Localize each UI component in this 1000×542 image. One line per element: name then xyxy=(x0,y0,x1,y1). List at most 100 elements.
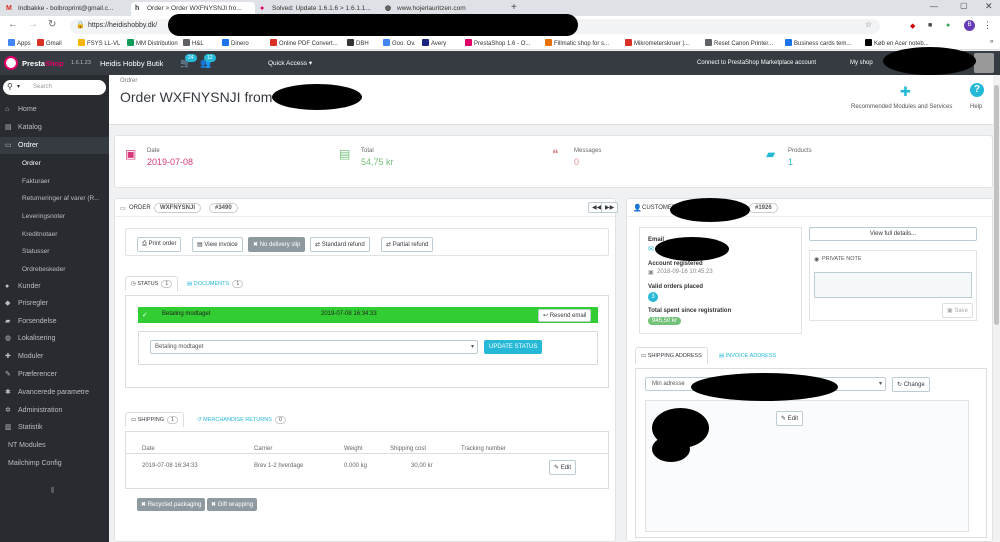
tab-documents[interactable]: ▤ DOCUMENTS 1 xyxy=(181,276,249,291)
close-window-icon[interactable]: ✕ xyxy=(985,1,993,12)
bookmark-item[interactable]: Dinero xyxy=(222,39,249,47)
resend-email-button[interactable]: ↩ Resend email xyxy=(538,309,592,322)
save-note-button[interactable]: ▣ Save xyxy=(942,303,974,318)
puzzle-icon[interactable]: ✚ xyxy=(900,84,911,100)
sidebar-subitem[interactable]: Leveringsnoter xyxy=(0,208,109,225)
forward-icon[interactable]: → xyxy=(28,19,38,30)
sidebar-item[interactable]: ⌂ Home xyxy=(0,101,109,118)
bookmark-item[interactable]: FSYS LL-VL xyxy=(78,39,120,47)
documents-count: 1 xyxy=(232,280,244,288)
sidebar-item[interactable]: ✎ Præferencer xyxy=(0,366,109,383)
minimize-icon[interactable]: — xyxy=(930,2,938,11)
sidebar-item[interactable]: ◍ Lokalisering xyxy=(0,330,109,347)
sidebar-item[interactable]: ✱ Avancerede parametre xyxy=(0,384,109,401)
print-order-button[interactable]: ⎙ Print order xyxy=(137,237,182,252)
sidebar-item[interactable]: ▭ Ordrer xyxy=(0,137,109,154)
sidebar-subitem[interactable]: Ordrer xyxy=(0,155,109,172)
kpi-messages-value[interactable]: 0 xyxy=(574,157,579,167)
sidebar-item[interactable]: NT Modules xyxy=(0,437,109,454)
edit-address-button[interactable]: ✎ Edit xyxy=(776,411,804,426)
extension-icon[interactable]: ● xyxy=(946,22,950,29)
sidebar-item[interactable]: ◆ Prisregler xyxy=(0,295,109,312)
browser-tab[interactable]: M Indbakke - bolbroprint@gmail.c... xyxy=(2,2,130,16)
sidebar-item[interactable]: ▰ Forsendelse xyxy=(0,313,109,330)
bookmark-item[interactable]: H&L xyxy=(183,39,204,47)
reload-icon[interactable]: ↻ xyxy=(48,19,56,30)
page-scrollbar[interactable] xyxy=(993,75,1000,542)
kpi-products-value[interactable]: 1 xyxy=(788,157,793,167)
tab-invoice-address[interactable]: ▤ INVOICE ADDRESS xyxy=(713,347,782,364)
bookmark-item[interactable]: Køb en Acer noteb... xyxy=(865,39,929,47)
sidebar-item[interactable]: ▤ Katalog xyxy=(0,119,109,136)
change-address-button[interactable]: ↻ Change xyxy=(892,377,930,392)
breadcrumb[interactable]: Ordrer xyxy=(120,78,137,84)
tab-shipping[interactable]: ▭ SHIPPING 1 xyxy=(125,412,185,427)
menu-icon[interactable]: ⋮ xyxy=(983,20,992,31)
update-status-button[interactable]: UPDATE STATUS xyxy=(484,340,543,354)
sidebar-collapse-icon[interactable]: ⦀ xyxy=(51,486,55,496)
tab-status[interactable]: ◷ STATUS 1 xyxy=(125,276,179,291)
bookmark-item[interactable]: Gmail xyxy=(37,39,62,47)
quick-access-menu[interactable]: Quick Access ▾ xyxy=(268,59,312,67)
sidebar-item[interactable]: ✚ Moduler xyxy=(0,348,109,365)
bookmark-item[interactable]: MM Distribution xyxy=(127,39,178,47)
sidebar-item-label: Statistik xyxy=(18,424,43,431)
bookmark-item[interactable]: Apps xyxy=(8,39,31,47)
bookmark-item[interactable]: Business cards tem... xyxy=(785,39,851,47)
sidebar-subitem[interactable]: Returneringer af varer (R... xyxy=(0,190,109,207)
help-link[interactable]: Help xyxy=(970,104,982,110)
browser-tab-title: Order > Order WXFNYSNJI fro... xyxy=(147,5,242,12)
profile-avatar[interactable]: B xyxy=(964,20,975,31)
bookmark-item[interactable]: PrestaShop 1.6 - O... xyxy=(465,39,530,47)
returns-count: 0 xyxy=(274,416,286,424)
recommended-modules-link[interactable]: Recommended Modules and Services xyxy=(851,104,952,110)
extension-icon[interactable]: ◆ xyxy=(910,22,915,30)
bookmark-item[interactable]: Online PDF Convert... xyxy=(270,39,338,47)
bookmark-item[interactable]: DBH xyxy=(347,39,369,47)
status-select[interactable]: Betaling modtaget ▾ xyxy=(150,340,478,354)
maximize-icon[interactable]: ▢ xyxy=(960,1,968,10)
marketplace-connect-link[interactable]: Connect to PrestaShop Marketplace accoun… xyxy=(697,60,816,66)
order-reference-badge: WXFNYSNJI xyxy=(154,203,202,213)
extension-icon[interactable]: ■ xyxy=(928,22,932,29)
shop-name[interactable]: Heidis Hobby Butik xyxy=(100,59,163,68)
bookmark-item[interactable]: Mikrometerskruer |... xyxy=(625,39,689,47)
sidebar-subitem[interactable]: Statusser xyxy=(0,243,109,260)
sidebar-item[interactable]: ● Kunder xyxy=(0,278,109,295)
scrollbar-thumb[interactable] xyxy=(994,85,999,325)
my-shop-link[interactable]: My shop xyxy=(850,60,873,66)
bookmark-item[interactable]: Fillmatic shop for s... xyxy=(545,39,609,47)
sidebar-item[interactable]: ✲ Administration xyxy=(0,402,109,419)
tab-shipping-address[interactable]: ▭ SHIPPING ADDRESS xyxy=(635,347,708,364)
star-icon[interactable]: ☆ xyxy=(865,20,872,29)
help-icon[interactable]: ? xyxy=(970,83,984,97)
partial-refund-button[interactable]: ⇄ Partial refund xyxy=(381,237,434,252)
back-icon[interactable]: ← xyxy=(8,19,18,30)
bookmark-item[interactable]: Avery xyxy=(422,39,446,47)
chevron-down-icon[interactable]: ▾ xyxy=(17,83,20,90)
bookmark-item[interactable]: Reset Canon Printer... xyxy=(705,39,773,47)
more-bookmarks-icon[interactable]: » xyxy=(990,39,993,45)
employee-avatar[interactable] xyxy=(974,53,994,73)
view-invoice-button[interactable]: ▤ View invoice xyxy=(192,237,243,252)
private-note-box: ◉ PRIVATE NOTE ▣ Save xyxy=(809,250,977,321)
table-header: Date Carrier Weight Shipping cost Tracki… xyxy=(126,432,608,454)
sidebar-subitem[interactable]: Kreditnotaer xyxy=(0,226,109,243)
sidebar-subitem[interactable]: Ordrebeskeder xyxy=(0,261,109,278)
sidebar-item[interactable]: ▥ Statistik xyxy=(0,419,109,436)
sidebar-item-label: Prisregler xyxy=(18,300,48,307)
new-tab-icon[interactable]: + xyxy=(511,2,517,13)
view-full-details-button[interactable]: View full details... xyxy=(809,227,977,241)
edit-shipping-button[interactable]: ✎ Edit xyxy=(549,460,577,475)
tab-merchandise-returns[interactable]: ↺ MERCHANDISE RETURNS 0 xyxy=(191,412,292,427)
sidebar-search-input[interactable]: ⚲ ▾ Search xyxy=(3,80,106,95)
bookmark-item[interactable]: Goo. Ov. xyxy=(383,39,416,47)
standard-refund-button[interactable]: ⇄ Standard refund xyxy=(310,237,370,252)
user-icon: ● xyxy=(5,283,10,290)
sidebar-subitem[interactable]: Fakturaer xyxy=(0,173,109,190)
redaction xyxy=(655,237,729,261)
next-order-button[interactable]: ▶▶ xyxy=(601,202,619,213)
private-note-textarea[interactable] xyxy=(814,272,972,298)
envelope-icon[interactable]: ✉ xyxy=(648,245,654,253)
sidebar-item[interactable]: Mailchimp Config xyxy=(0,455,109,472)
